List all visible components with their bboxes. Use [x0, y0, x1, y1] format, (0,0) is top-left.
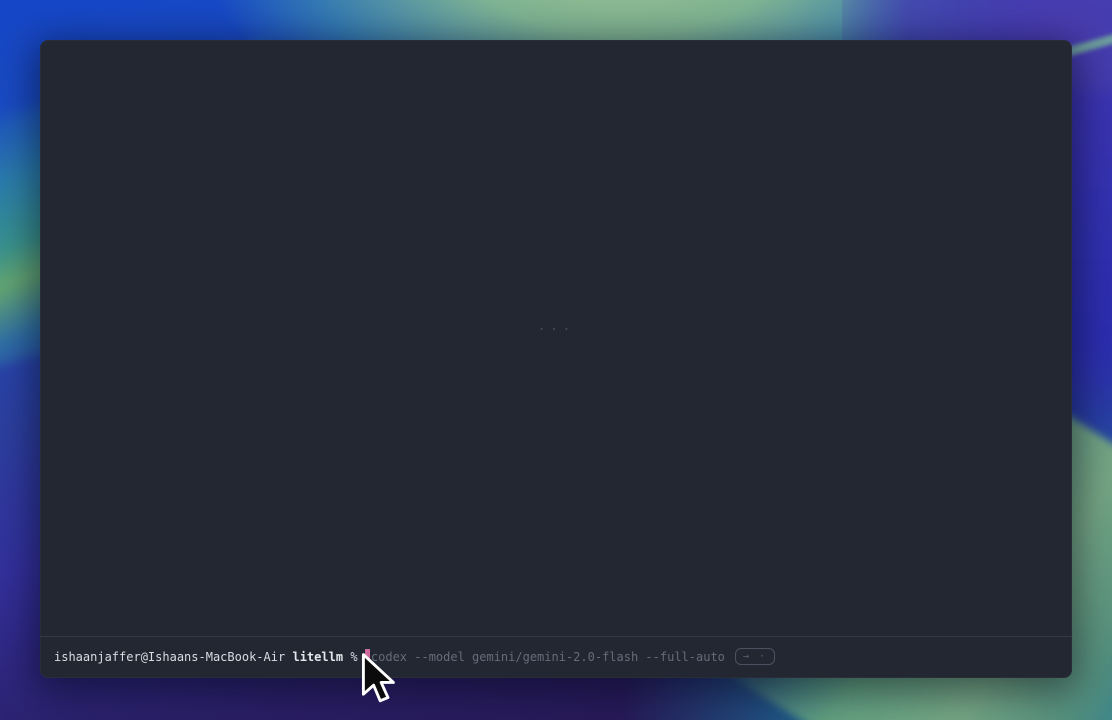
prompt-symbol: %	[350, 650, 357, 664]
terminal-window[interactable]: ··· ishaanjaffer@Ishaans-MacBook-Air lit…	[40, 40, 1072, 678]
terminal-loading-indicator: ···	[40, 322, 1072, 338]
autosuggestion-text: codex --model gemini/gemini-2.0-flash --…	[371, 650, 725, 664]
accept-suggestion-key-badge: → ·	[735, 648, 775, 665]
terminal-text-caret	[365, 649, 370, 664]
desktop-wallpaper: ··· ishaanjaffer@Ishaans-MacBook-Air lit…	[0, 0, 1112, 720]
prompt-user-host: ishaanjaffer@Ishaans-MacBook-Air	[54, 650, 285, 664]
prompt-directory: litellm	[292, 650, 343, 664]
prompt-separator-line	[40, 636, 1072, 637]
terminal-prompt-row[interactable]: ishaanjaffer@Ishaans-MacBook-Air litellm…	[54, 648, 775, 665]
